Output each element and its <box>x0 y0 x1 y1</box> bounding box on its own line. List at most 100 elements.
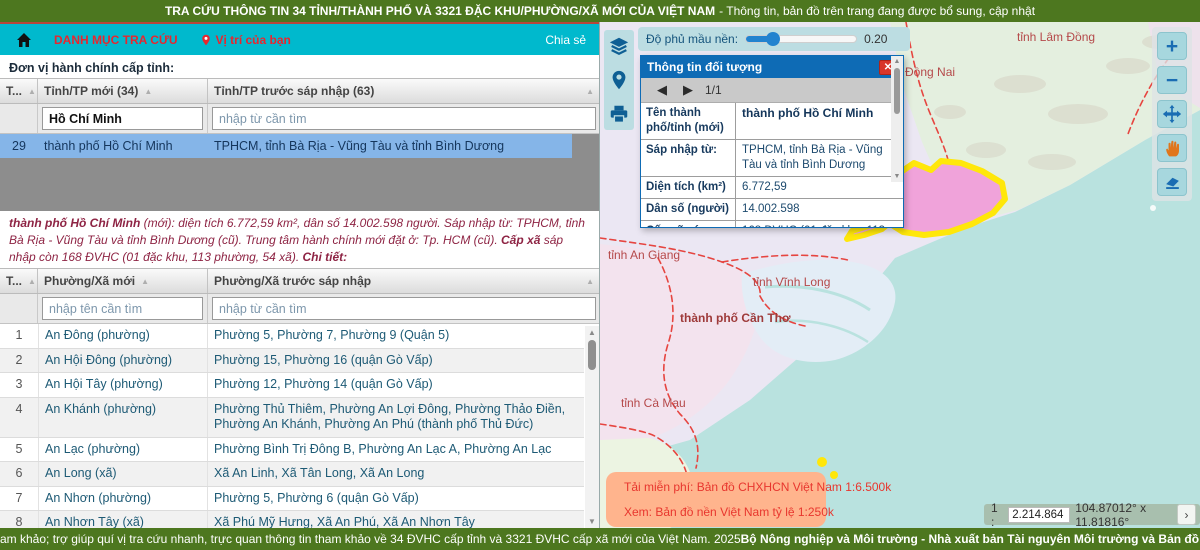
view-basemap-link[interactable]: Xem: Bản đồ nền Việt Nam tỷ lệ 1:250k <box>618 505 814 519</box>
popup-attribute-row: Cấp xã sáp nhập còn:168 ĐVHC (01 đặc khu… <box>641 221 903 228</box>
pan-hand-button[interactable] <box>1157 134 1187 162</box>
opacity-label: Độ phủ mầu nền: <box>646 32 738 46</box>
opacity-control: Độ phủ mầu nền: 0.20 <box>638 27 910 51</box>
row-ward-new: An Khánh (phường) <box>38 398 208 437</box>
scroll-up-icon[interactable]: ▲ <box>891 56 903 67</box>
table-row[interactable]: 2An Hội Đông (phường)Phường 15, Phường 1… <box>0 349 584 374</box>
eraser-icon <box>1163 173 1182 192</box>
column-header-province-new[interactable]: Tỉnh/TP mới (34) ▲ <box>38 79 208 103</box>
scrollbar-thumb[interactable] <box>894 68 900 114</box>
plus-icon: + <box>1166 36 1178 57</box>
minus-icon: − <box>1166 70 1178 91</box>
hand-icon <box>1163 139 1182 158</box>
popup-header[interactable]: Thông tin đối tượng ✕ <box>641 56 903 78</box>
top-title-bar: TRA CỨU THÔNG TIN 34 TỈNH/THÀNH PHỐ VÀ 3… <box>0 0 1200 22</box>
province-old-filter-input[interactable] <box>212 107 596 130</box>
province-table-header: T... ▲ Tỉnh/TP mới (34) ▲ Tỉnh/TP trước … <box>0 78 600 104</box>
footer-marquee-text: am khảo; trợ giúp quí vị tra cứu nhanh, … <box>0 532 741 546</box>
description-bold2: Cấp xã <box>501 233 540 247</box>
column-header-index[interactable]: T... ▲ <box>0 79 38 103</box>
download-link-label: Tải miễn phí: Bản đồ CHXHCN Việt Nam 1:6… <box>624 480 891 494</box>
table-row-selected[interactable]: 29 thành phố Hồ Chí Minh TPHCM, tỉnh Bà … <box>0 134 572 158</box>
scrollbar-thumb[interactable] <box>588 340 596 370</box>
province-new-filter-input[interactable] <box>42 107 203 130</box>
share-button[interactable]: Chia sẻ <box>545 33 586 47</box>
column-index-label: T... <box>6 274 22 288</box>
chevron-right-icon: › <box>1185 508 1189 522</box>
attribute-value: thành phố Hồ Chí Minh <box>736 103 903 139</box>
printer-icon[interactable] <box>608 103 630 125</box>
table-row[interactable]: 8An Nhơn Tây (xã)Xã Phú Mỹ Hưng, Xã An P… <box>0 511 584 528</box>
row-ward-old: Xã An Linh, Xã Tân Long, Xã An Long <box>208 462 584 486</box>
column-header-ward-old[interactable]: Phường/Xã trước sáp nhập ▲ <box>208 269 600 293</box>
scale-input[interactable] <box>1008 507 1070 523</box>
footer-bar: am khảo; trợ giúp quí vị tra cứu nhanh, … <box>0 528 1200 550</box>
column-index-label: T... <box>6 84 22 98</box>
province-table: T... ▲ Tỉnh/TP mới (34) ▲ Tỉnh/TP trước … <box>0 78 600 211</box>
column-header-index[interactable]: T... ▲ <box>0 269 38 293</box>
sort-icon: ▲ <box>28 87 36 96</box>
row-index: 2 <box>0 349 38 373</box>
column-new-label: Phường/Xã mới <box>44 274 135 288</box>
attribute-label: Dân số (người) <box>641 199 736 220</box>
feature-info-popup: Thông tin đối tượng ✕ ◀ ▶ 1/1 Tên thành … <box>640 55 904 228</box>
row-index: 5 <box>0 438 38 462</box>
row-ward-old: Phường 15, Phường 16 (quận Gò Vấp) <box>208 349 584 373</box>
row-ward-old: Phường 12, Phường 14 (quận Gò Vấp) <box>208 373 584 397</box>
table-row[interactable]: 1An Đông (phường)Phường 5, Phường 7, Phư… <box>0 324 584 349</box>
opacity-slider[interactable] <box>745 35 857 43</box>
scroll-down-icon[interactable]: ▼ <box>585 515 599 528</box>
section-title: Đơn vị hành chính cấp tỉnh: <box>0 57 600 78</box>
pan-button[interactable] <box>1157 100 1187 128</box>
left-panel: DANH MỤC TRA CỨU Vị trí của bạn Chia sẻ … <box>0 22 600 528</box>
app-title: TRA CỨU THÔNG TIN 34 TỈNH/THÀNH PHỐ VÀ 3… <box>165 4 715 18</box>
sort-icon: ▲ <box>141 277 149 286</box>
ward-old-filter-input[interactable] <box>212 297 596 320</box>
popup-pager: ◀ ▶ 1/1 <box>641 78 903 103</box>
download-notice-panel: Tải miễn phí: Bản đồ CHXHCN Việt Nam 1:6… <box>606 472 826 527</box>
zoom-out-button[interactable]: − <box>1157 66 1187 94</box>
filter-index-cell <box>0 294 38 323</box>
table-row[interactable]: 6An Long (xã)Xã An Linh, Xã Tân Long, Xã… <box>0 462 584 487</box>
nav-your-location[interactable]: Vị trí của bạn <box>200 33 291 47</box>
nav-location-label: Vị trí của bạn <box>216 33 291 47</box>
row-ward-new: An Nhơn (phường) <box>38 487 208 511</box>
scroll-down-icon[interactable]: ▼ <box>891 171 903 182</box>
slider-knob[interactable] <box>766 32 780 46</box>
ward-new-filter-input[interactable] <box>42 297 203 320</box>
attribute-label: Tên thành phố/tỉnh (mới) <box>641 103 736 139</box>
scroll-up-icon[interactable]: ▲ <box>585 326 599 339</box>
prev-feature-button[interactable]: ◀ <box>651 82 673 98</box>
download-map-link[interactable]: Tải miễn phí: Bản đồ CHXHCN Việt Nam 1:6… <box>618 480 814 494</box>
locate-icon[interactable] <box>608 69 630 91</box>
column-new-label: Tỉnh/TP mới (34) <box>44 84 138 98</box>
clear-eraser-button[interactable] <box>1157 168 1187 196</box>
table-row[interactable]: 5An Lạc (phường)Phường Bình Trị Đông B, … <box>0 438 584 463</box>
map-canvas[interactable]: tỉnh Lâm Đồng Đồng Nai tỉnh An Giang tỉn… <box>600 22 1200 528</box>
zoom-in-button[interactable]: + <box>1157 32 1187 60</box>
nav-menu-catalog[interactable]: DANH MỤC TRA CỨU <box>54 33 178 47</box>
row-index: 3 <box>0 373 38 397</box>
row-index: 7 <box>0 487 38 511</box>
ward-table-scrollbar[interactable]: ▲ ▼ <box>585 326 599 528</box>
column-header-province-old[interactable]: Tỉnh/TP trước sáp nhập (63) ▲ <box>208 79 600 103</box>
attribute-label: Diện tích (km²) <box>641 177 736 198</box>
table-row[interactable]: 3An Hội Tây (phường)Phường 12, Phường 14… <box>0 373 584 398</box>
row-index: 1 <box>0 324 38 348</box>
popup-title: Thông tin đối tượng <box>647 60 762 74</box>
column-header-ward-new[interactable]: Phường/Xã mới ▲ <box>38 269 208 293</box>
popup-scrollbar[interactable]: ▲ ▼ <box>891 56 903 182</box>
row-ward-new: An Long (xã) <box>38 462 208 486</box>
layers-icon[interactable] <box>608 35 630 57</box>
table-row[interactable]: 4An Khánh (phường)Phường Thủ Thiêm, Phườ… <box>0 398 584 438</box>
view-link-label: Xem: Bản đồ nền Việt Nam tỷ lệ 1:250k <box>624 505 834 519</box>
popup-attribute-row: Dân số (người)14.002.598 <box>641 199 903 221</box>
table-row[interactable]: 7An Nhơn (phường)Phường 5, Phường 6 (quậ… <box>0 487 584 512</box>
row-ward-new: An Nhơn Tây (xã) <box>38 511 208 528</box>
next-feature-button[interactable]: ▶ <box>677 82 699 98</box>
home-icon[interactable] <box>16 32 32 48</box>
row-index: 4 <box>0 398 38 437</box>
row-index: 29 <box>0 139 38 153</box>
scalebar-expand-button[interactable]: › <box>1177 504 1196 525</box>
popup-attribute-row: Sáp nhập từ:TPHCM, tỉnh Bà Rịa - Vũng Tà… <box>641 140 903 177</box>
